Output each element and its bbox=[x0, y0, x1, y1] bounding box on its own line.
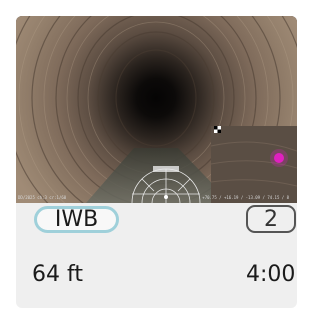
overlay-left-text: DD/2025 ch:3 cr:1/60 bbox=[18, 195, 67, 200]
pipe-inspection-thumbnail[interactable]: DD/2025 ch:3 cr:1/60 +70.75 / +16.19 / -… bbox=[16, 16, 297, 203]
count-badge: 2 bbox=[246, 205, 296, 233]
pipe-tunnel-image bbox=[16, 16, 297, 203]
overlay-right-text: +70.75 / +16.19 / -13.09 / 74.15 / 8 bbox=[202, 195, 289, 200]
duration-value: 4:00 bbox=[246, 262, 296, 287]
picture-in-picture-icon bbox=[214, 126, 221, 133]
distance-value: 64 ft bbox=[32, 262, 83, 287]
inspection-card[interactable]: DD/2025 ch:3 cr:1/60 +70.75 / +16.19 / -… bbox=[16, 16, 297, 308]
category-tag[interactable]: IWB bbox=[34, 206, 119, 233]
